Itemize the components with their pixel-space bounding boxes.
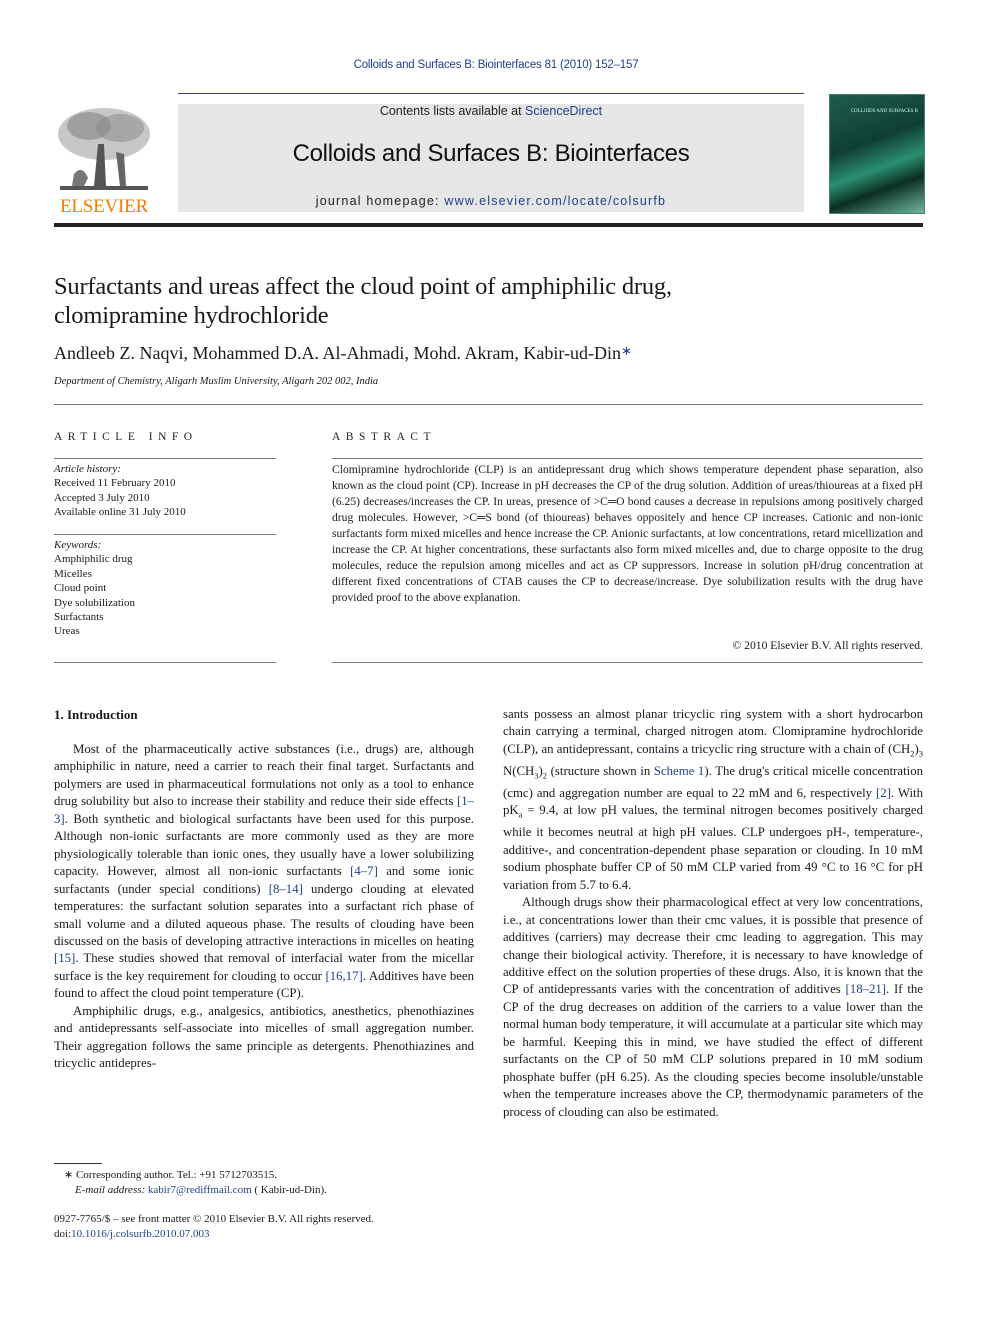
article-info-bottom-rule [54,662,276,663]
corresponding-footnote: ∗ Corresponding author. Tel.: +91 571270… [64,1169,327,1196]
contents-line: Contents lists available at ScienceDirec… [379,104,603,118]
paragraph: Although drugs show their pharmacologica… [503,895,923,1119]
header-divider [178,93,804,94]
title-divider [54,404,923,405]
scheme-link[interactable]: Scheme 1 [654,764,705,778]
reference-link[interactable]: [4–7] [350,864,378,878]
cover-title: COLLOIDS AND SURFACES B [850,109,918,114]
journal-banner: Contents lists available at ScienceDirec… [178,104,804,212]
article-title: Surfactants and ureas affect the cloud p… [54,273,672,329]
email-link[interactable]: kabir7@rediffmail.com [148,1184,252,1196]
left-column: Most of the pharmaceutically active subs… [54,741,474,1073]
paragraph: sants possess an almost planar tricyclic… [503,707,924,892]
keyword: Surfactants [54,611,104,624]
elsevier-wordmark: ELSEVIER [59,196,149,217]
reference-link[interactable]: [8–14] [269,882,303,896]
article-info-rule [54,458,276,459]
journal-cover-thumbnail[interactable]: COLLOIDS AND SURFACES B [829,94,925,214]
paragraph: Most of the pharmaceutically active subs… [54,742,475,1001]
footnote-rule [54,1163,102,1164]
abstract-heading: ABSTRACT [332,431,437,443]
reference-link[interactable]: [2] [876,786,891,800]
journal-title: Colloids and Surfaces B: Biointerfaces [292,140,690,167]
journal-citation[interactable]: Colloids and Surfaces B: Biointerfaces 8… [0,59,992,71]
keywords: Keywords: Amphiphilic drug Micelles Clou… [54,539,135,638]
paragraph: Amphiphilic drugs, e.g., analgesics, ant… [54,1003,474,1071]
history-accepted: Accepted 3 July 2010 [54,491,150,504]
reference-link[interactable]: [16,17] [325,969,362,983]
keyword: Amphiphilic drug [54,553,133,566]
affiliation: Department of Chemistry, Aligarh Muslim … [54,376,379,387]
abstract-text: Clomipramine hydrochloride (CLP) is an a… [332,463,923,604]
doi-link[interactable]: 10.1016/j.colsurfb.2010.07.003 [71,1228,209,1240]
abstract-bottom-rule [332,662,923,663]
section-heading-introduction: 1. Introduction [54,707,138,722]
article-history: Article history: Received 11 February 20… [54,463,186,519]
history-received: Received 11 February 2010 [54,477,176,490]
front-matter: 0927-7765/$ – see front matter © 2010 El… [54,1213,374,1240]
journal-homepage: journal homepage: www.elsevier.com/locat… [315,194,667,208]
reference-link[interactable]: [15] [54,951,75,965]
keyword: Ureas [54,625,80,638]
right-column: sants possess an almost planar tricyclic… [503,706,923,1121]
keyword: Dye solubilization [54,596,135,609]
history-online: Available online 31 July 2010 [54,506,186,519]
header-thick-rule [54,223,923,227]
article-info-heading: ARTICLE INFO [54,431,198,443]
elsevier-logo[interactable]: ELSEVIER [54,104,154,217]
keyword: Micelles [54,567,92,580]
keyword: Cloud point [54,582,107,595]
tree-icon [54,104,154,194]
reference-link[interactable]: [18–21] [846,982,887,996]
homepage-link[interactable]: www.elsevier.com/locate/colsurfb [444,194,666,208]
abstract-rule [332,458,923,459]
abstract-copyright: © 2010 Elsevier B.V. All rights reserved… [732,639,923,652]
corresponding-author-mark[interactable]: ∗ [621,343,632,358]
author-list: Andleeb Z. Naqvi, Mohammed D.A. Al-Ahmad… [54,343,632,363]
sciencedirect-link[interactable]: ScienceDirect [525,104,602,118]
keywords-rule [54,534,276,535]
